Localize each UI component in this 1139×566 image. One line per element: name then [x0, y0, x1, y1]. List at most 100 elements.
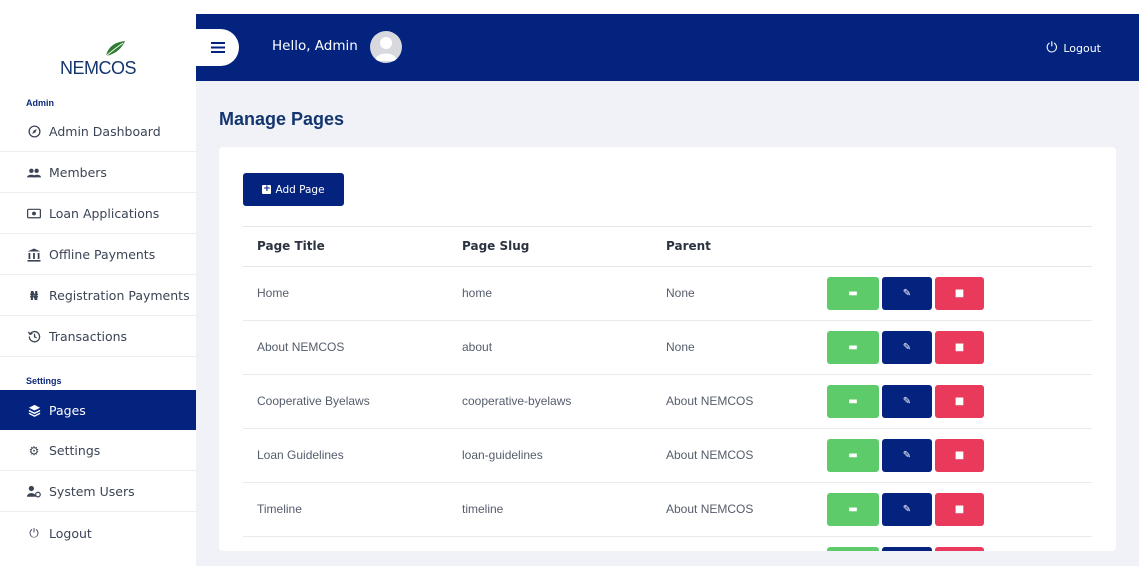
cell-parent: About NEMCOS	[666, 394, 754, 408]
delete-button[interactable]: ■	[935, 385, 984, 418]
topbar: Hello, Admin ⏻ Logout	[196, 14, 1139, 81]
cell-title: About NEMCOS	[257, 340, 345, 354]
sidebar-item-label: Pages	[49, 402, 86, 418]
main-content: Manage Pages + Add Page Page Title Page …	[196, 81, 1139, 566]
sidebar-item-settings[interactable]: ⚙ Settings	[0, 431, 196, 471]
logout-label: Logout	[1063, 41, 1101, 55]
gear-icon: ⚙	[28, 443, 40, 458]
pencil-icon: ✎	[902, 504, 912, 515]
folder-open-icon: ▬	[848, 450, 858, 461]
view-button[interactable]: ▬	[827, 439, 879, 472]
power-icon: ⏻	[1046, 40, 1058, 56]
sidebar-item-loan-applications[interactable]: Loan Applications	[0, 194, 196, 234]
sidebar-item-label: Loan Applications	[49, 206, 160, 221]
cell-parent: None	[666, 286, 695, 300]
folder-open-icon: ▬	[848, 342, 858, 353]
sidebar-item-registration-payments[interactable]: ₦ Registration Payments	[0, 276, 196, 316]
cell-parent: None	[666, 340, 695, 354]
greeting: Hello, Admin	[272, 38, 358, 54]
add-page-button[interactable]: + Add Page	[243, 173, 344, 206]
user-gear-icon	[27, 485, 41, 499]
logout-link[interactable]: ⏻ Logout	[1046, 40, 1101, 56]
cell-slug: timeline	[462, 502, 504, 516]
edit-button[interactable]: ✎	[882, 331, 932, 364]
sidebar-item-system-users[interactable]: System Users	[0, 472, 196, 512]
pencil-icon: ✎	[902, 342, 912, 353]
hamburger-icon	[210, 42, 225, 53]
pencil-icon: ✎	[902, 396, 912, 407]
table-header: Page Title Page Slug Parent	[243, 226, 1092, 267]
sidebar-item-label: Registration Payments	[49, 288, 190, 303]
trash-icon: ■	[954, 342, 965, 353]
section-label-settings: Settings	[26, 376, 62, 386]
edit-button[interactable]: ✎	[882, 385, 932, 418]
section-label-admin: Admin	[26, 98, 54, 108]
delete-button[interactable]: ■	[935, 439, 984, 472]
pages-card: + Add Page Page Title Page Slug Parent H…	[219, 147, 1116, 551]
history-icon	[27, 330, 41, 344]
plus-square-icon: +	[262, 184, 272, 194]
view-button[interactable]: ▬	[827, 385, 879, 418]
delete-button[interactable]: ■	[935, 331, 984, 364]
folder-open-icon: ▬	[848, 396, 858, 407]
folder-open-icon: ▬	[848, 504, 858, 515]
view-button[interactable]: ▬	[827, 331, 879, 364]
sidebar-item-members[interactable]: Members	[0, 153, 196, 193]
sidebar-item-offline-payments[interactable]: Offline Payments	[0, 235, 196, 275]
layers-icon	[27, 403, 41, 417]
sidebar-item-label: Offline Payments	[49, 247, 156, 262]
column-header-title: Page Title	[257, 239, 325, 253]
cell-slug: loan-guidelines	[462, 448, 543, 462]
sidebar-item-label: Admin Dashboard	[49, 124, 161, 139]
folder-open-icon: ▬	[848, 288, 858, 299]
trash-icon: ■	[954, 504, 965, 515]
trash-icon: ■	[954, 288, 965, 299]
bank-icon	[27, 248, 41, 262]
edit-button[interactable]: ✎	[882, 277, 932, 310]
cell-title: Cooperative Byelaws	[257, 394, 370, 408]
power-icon: ⏻	[29, 525, 39, 540]
sidebar: NEMCOS Admin Admin Dashboard Members Loa…	[0, 0, 196, 566]
sidebar-item-logout[interactable]: ⏻ Logout	[0, 513, 196, 553]
edit-button[interactable]: ✎	[882, 547, 932, 551]
view-button[interactable]: ▬	[827, 547, 879, 551]
logo[interactable]: NEMCOS	[60, 40, 140, 80]
table-row: Cooperative Byelaws cooperative-byelaws …	[243, 375, 1092, 429]
pencil-icon: ✎	[902, 450, 912, 461]
cell-parent: About NEMCOS	[666, 448, 754, 462]
menu-toggle-button[interactable]	[196, 29, 239, 66]
users-icon	[27, 166, 41, 180]
edit-button[interactable]: ✎	[882, 439, 932, 472]
table-row: Loan Guidelines loan-guidelines About NE…	[243, 429, 1092, 483]
cell-slug: cooperative-byelaws	[462, 394, 572, 408]
cell-title: Timeline	[257, 502, 302, 516]
delete-button[interactable]: ■	[935, 277, 984, 310]
table-row: Timeline timeline About NEMCOS ▬ ✎ ■	[243, 483, 1092, 537]
column-header-parent: Parent	[666, 239, 711, 253]
delete-button[interactable]: ■	[935, 547, 984, 551]
sidebar-item-label: Members	[49, 165, 107, 180]
trash-icon: ■	[954, 450, 965, 461]
view-button[interactable]: ▬	[827, 493, 879, 526]
naira-icon: ₦	[29, 288, 39, 303]
user-icon	[375, 37, 397, 61]
sidebar-item-label: Settings	[49, 443, 101, 458]
sidebar-item-label: Transactions	[49, 329, 128, 344]
table-row: Home home None ▬ ✎ ■	[243, 267, 1092, 321]
delete-button[interactable]: ■	[935, 493, 984, 526]
add-page-label: Add Page	[275, 183, 325, 196]
sidebar-item-pages[interactable]: Pages	[0, 390, 196, 430]
sidebar-item-transactions[interactable]: Transactions	[0, 317, 196, 357]
cell-title: Loan Guidelines	[257, 448, 344, 462]
edit-button[interactable]: ✎	[882, 493, 932, 526]
cell-title: Home	[257, 286, 290, 300]
sidebar-item-admin-dashboard[interactable]: Admin Dashboard	[0, 112, 196, 152]
avatar[interactable]	[370, 31, 402, 63]
view-button[interactable]: ▬	[827, 277, 879, 310]
trash-icon: ■	[954, 396, 965, 407]
pencil-icon: ✎	[902, 288, 912, 299]
logo-text: NEMCOS	[60, 58, 137, 78]
page-title: Manage Pages	[219, 109, 345, 129]
table-row: ▬ ✎ ■	[243, 537, 1092, 551]
column-header-slug: Page Slug	[462, 239, 530, 253]
